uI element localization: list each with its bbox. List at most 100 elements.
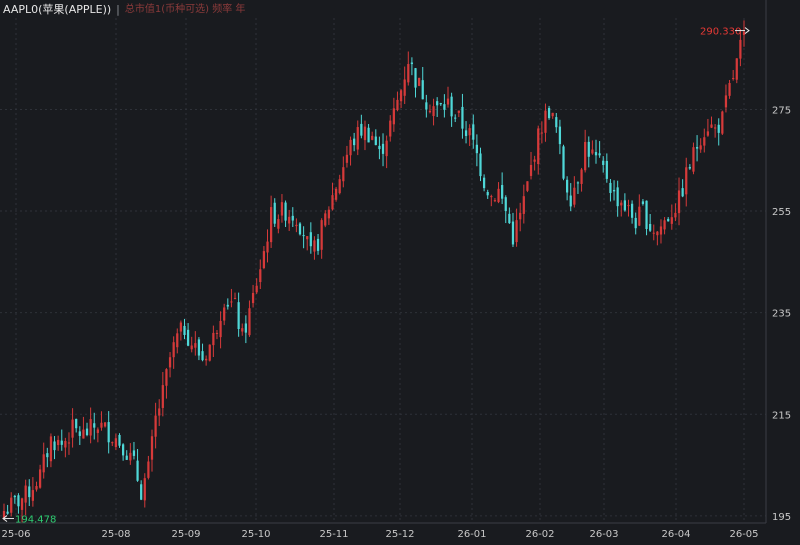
candle-body	[504, 197, 507, 212]
candle-body	[349, 139, 352, 156]
candle-body	[630, 203, 634, 218]
candle-body	[739, 39, 742, 59]
candle-body	[60, 440, 63, 445]
candle-body	[371, 135, 374, 140]
candle-body	[35, 486, 38, 490]
candle-body	[501, 185, 504, 199]
x-tick-label: 25-10	[241, 529, 270, 540]
candle-body	[522, 196, 525, 214]
candle-body	[656, 231, 659, 236]
candle-body	[685, 167, 688, 195]
candle-body	[186, 329, 190, 346]
candle-body	[598, 153, 601, 156]
candle-body	[78, 431, 81, 436]
candle-body	[540, 132, 543, 134]
candle-body	[472, 124, 475, 140]
candle-body	[403, 79, 406, 96]
candle-body	[714, 127, 717, 129]
candle-body	[345, 154, 349, 163]
candle-body	[237, 302, 240, 330]
candle-body	[399, 90, 403, 102]
candle-body	[168, 357, 172, 368]
candle-body	[255, 285, 258, 293]
candle-body	[31, 490, 34, 501]
candle-body	[551, 112, 554, 117]
candle-body	[107, 422, 110, 443]
candle-body	[143, 478, 146, 501]
candle-body	[129, 452, 132, 461]
candle-body	[316, 238, 320, 251]
candle-body	[363, 126, 367, 141]
candle-body	[490, 196, 493, 198]
candle-body	[547, 108, 551, 119]
candle-body	[558, 126, 562, 145]
candle-body	[233, 298, 237, 300]
extreme-labels: 290.330 194.478	[2, 27, 750, 526]
candle-body	[197, 339, 201, 356]
x-tick-label: 26-03	[589, 529, 618, 540]
candle-body	[576, 182, 580, 184]
candle-body	[594, 152, 598, 156]
candle-body	[46, 453, 49, 458]
candle-body	[161, 385, 164, 408]
candle-body	[703, 137, 706, 146]
candle-body	[721, 111, 724, 134]
candles	[2, 20, 746, 523]
candle-body	[331, 195, 334, 210]
candle-body	[414, 68, 417, 88]
candle-body	[508, 213, 511, 224]
candle-body	[125, 455, 128, 460]
x-tick-label: 25-08	[101, 529, 130, 540]
candle-body	[64, 440, 67, 448]
candle-body	[692, 147, 695, 172]
candle-body	[605, 160, 608, 179]
candle-body	[584, 141, 587, 171]
candle-body	[132, 450, 136, 456]
candle-body	[140, 484, 143, 500]
candle-body	[215, 332, 219, 334]
candle-body	[338, 179, 341, 194]
candle-body	[49, 436, 53, 462]
candle-body	[244, 323, 247, 333]
candle-body	[309, 232, 312, 247]
x-tick-label: 25-11	[319, 529, 348, 540]
x-tick-label: 26-02	[525, 529, 554, 540]
candle-body	[147, 461, 150, 478]
candle-body	[616, 187, 619, 207]
candle-body	[20, 498, 24, 510]
candle-body	[706, 131, 710, 136]
candle-body	[158, 408, 161, 416]
candle-body	[620, 202, 623, 206]
candle-body	[295, 224, 298, 227]
candle-body	[641, 201, 645, 204]
candle-body	[511, 221, 515, 245]
candle-body	[85, 428, 89, 436]
candle-body	[674, 212, 677, 218]
candle-body	[389, 120, 392, 137]
candle-body	[259, 269, 262, 283]
candle-body	[450, 96, 453, 117]
candle-body	[248, 308, 251, 336]
candle-body	[392, 108, 395, 125]
candle-body	[407, 64, 410, 83]
candle-body	[154, 415, 157, 437]
candle-body	[468, 128, 471, 136]
candlestick-chart[interactable]: 195 215 235 255 275 25-06 25-08 25-09 25-10 25-1…	[0, 0, 800, 545]
candle-body	[432, 106, 435, 117]
candle-body	[526, 181, 529, 191]
candle-body	[670, 217, 673, 224]
y-tick-label: 255	[772, 207, 791, 218]
candle-body	[533, 159, 536, 162]
candle-body	[179, 322, 182, 332]
candle-body	[356, 127, 359, 150]
candle-body	[262, 251, 266, 269]
candle-body	[89, 419, 92, 436]
candle-body	[497, 188, 500, 203]
candle-body	[695, 147, 699, 149]
x-tick-label: 26-01	[457, 529, 486, 540]
candle-body	[457, 110, 460, 113]
candle-body	[562, 146, 565, 179]
candle-body	[537, 128, 540, 165]
y-axis: 195 215 235 255 275	[765, 0, 791, 523]
candle-body	[652, 232, 655, 234]
